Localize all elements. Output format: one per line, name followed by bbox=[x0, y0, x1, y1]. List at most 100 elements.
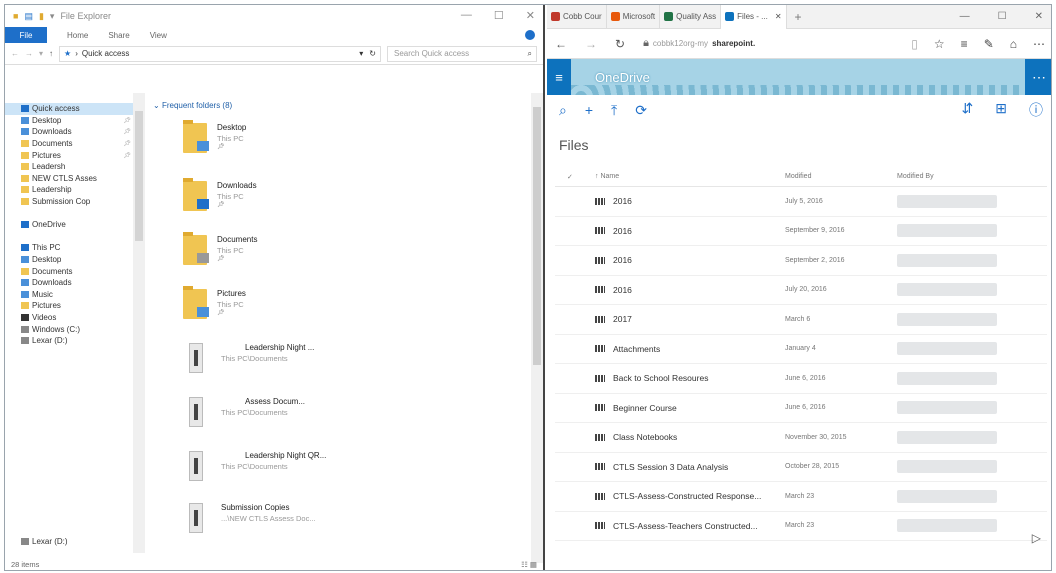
search-icon[interactable]: ⌕ bbox=[559, 102, 567, 119]
new-tab-icon[interactable]: + bbox=[787, 10, 810, 24]
table-row[interactable]: Class Notebooks November 30, 2015 bbox=[555, 423, 1047, 453]
view-switch-icon[interactable]: ⊞ bbox=[995, 100, 1007, 120]
tab-home[interactable]: Home bbox=[67, 31, 88, 40]
nav-item[interactable]: Submission Cop bbox=[5, 196, 145, 208]
upload-icon[interactable]: ⤒ bbox=[611, 102, 617, 119]
nav-item[interactable]: Music bbox=[5, 289, 145, 301]
nav-item[interactable]: Documents bbox=[5, 265, 145, 277]
app-launcher-icon[interactable]: ≡ bbox=[547, 59, 571, 95]
nav-item[interactable]: Downloads 📌︎ bbox=[5, 126, 145, 138]
nav-item[interactable]: Pictures 📌︎ bbox=[5, 149, 145, 161]
back-arrow-icon[interactable]: ← bbox=[11, 49, 19, 58]
file-name-cell[interactable]: CTLS-Assess-Teachers Constructed... bbox=[595, 521, 785, 531]
file-name-cell[interactable]: Attachments bbox=[595, 344, 785, 354]
nav-item[interactable]: OneDrive bbox=[5, 219, 145, 231]
qat-dropdown-icon[interactable]: ▾ bbox=[50, 11, 55, 22]
browser-tab[interactable]: Files - ... ✕ bbox=[721, 5, 787, 29]
nav-item[interactable]: Quick access bbox=[5, 103, 145, 115]
folder-tile[interactable]: Desktop This PC 📌︎ bbox=[183, 120, 246, 153]
nav-item[interactable]: Lexar (D:) bbox=[5, 335, 145, 347]
nav-item[interactable]: Desktop bbox=[5, 254, 145, 266]
close-tab-icon[interactable]: ✕ bbox=[775, 12, 782, 21]
folder-tile[interactable]: Documents This PC 📌︎ bbox=[183, 232, 257, 265]
folder-tile[interactable]: Downloads This PC 📌︎ bbox=[183, 178, 257, 211]
browser-tab[interactable]: Microsoft bbox=[607, 5, 661, 29]
minimize-button[interactable]: — bbox=[960, 11, 970, 22]
folder-tile[interactable]: Leadership Night QR... This PC\Documents bbox=[183, 451, 326, 481]
url-bar[interactable]: 🔒︎ cobbk12org-my sharepoint. bbox=[643, 37, 755, 50]
hub-icon[interactable]: ≡ bbox=[961, 37, 968, 51]
close-button[interactable]: ✕ bbox=[526, 9, 535, 22]
properties-icon[interactable]: ▤ bbox=[24, 11, 33, 22]
favorite-star-icon[interactable]: ☆ bbox=[934, 37, 945, 51]
file-name-cell[interactable]: Class Notebooks bbox=[595, 432, 785, 442]
file-name-cell[interactable]: 2016 bbox=[595, 255, 785, 265]
file-name-cell[interactable]: 2016 bbox=[595, 226, 785, 236]
content-scrollbar[interactable] bbox=[531, 93, 543, 563]
sort-icon[interactable]: ⇵ bbox=[962, 100, 974, 120]
folder-tile[interactable]: Leadership Night ... This PC\Documents bbox=[183, 343, 314, 373]
file-name-cell[interactable]: Beginner Course bbox=[595, 403, 785, 413]
column-name[interactable]: ↑ Name bbox=[595, 173, 785, 180]
table-row[interactable]: CTLS-Assess-Teachers Constructed... March… bbox=[555, 512, 1047, 541]
nav-item[interactable]: Documents 📌︎ bbox=[5, 138, 145, 150]
share-icon[interactable]: ⌂ bbox=[1010, 37, 1017, 51]
more-icon[interactable]: ⋯ bbox=[1033, 37, 1045, 51]
file-name-cell[interactable]: CTLS-Assess-Constructed Response... bbox=[595, 491, 785, 501]
browser-tab[interactable]: Cobb Cour bbox=[547, 5, 607, 29]
nav-item[interactable]: Lexar (D:) bbox=[5, 536, 133, 548]
new-icon[interactable]: + bbox=[585, 102, 593, 118]
web-note-icon[interactable]: ✎ bbox=[984, 37, 994, 51]
search-input[interactable]: Search Quick access ⌕ bbox=[387, 45, 537, 62]
back-arrow-icon[interactable]: ← bbox=[555, 37, 567, 51]
nav-item[interactable]: Pictures bbox=[5, 300, 145, 312]
table-row[interactable]: 2016 September 2, 2016 bbox=[555, 246, 1047, 276]
file-name-cell[interactable]: Back to School Resoures bbox=[595, 373, 785, 383]
tab-view[interactable]: View bbox=[150, 31, 167, 40]
view-toggle-icons[interactable]: ☷ ▦ bbox=[521, 560, 543, 569]
nav-item[interactable]: Leadership bbox=[5, 184, 145, 196]
nav-item[interactable]: Windows (C:) bbox=[5, 323, 145, 335]
pin-icon[interactable]: 📌︎ bbox=[217, 201, 257, 208]
tab-share[interactable]: Share bbox=[108, 31, 129, 40]
table-row[interactable]: 2016 July 20, 2016 bbox=[555, 276, 1047, 305]
table-row[interactable]: 2017 March 6 bbox=[555, 305, 1047, 335]
maximize-button[interactable]: ☐ bbox=[998, 11, 1007, 22]
column-modified-by[interactable]: Modified By bbox=[897, 173, 1047, 180]
pin-icon[interactable]: 📌︎ bbox=[217, 255, 257, 262]
up-arrow-icon[interactable]: ↑ bbox=[49, 49, 53, 58]
nav-scrollbar[interactable] bbox=[133, 93, 145, 553]
info-icon[interactable]: ⓘ bbox=[1029, 100, 1043, 120]
file-name-cell[interactable]: CTLS Session 3 Data Analysis bbox=[595, 462, 785, 472]
forward-arrow-icon[interactable]: → bbox=[585, 37, 597, 51]
nav-item[interactable]: Desktop 📌︎ bbox=[5, 115, 145, 127]
table-row[interactable]: 2016 July 5, 2016 bbox=[555, 187, 1047, 217]
file-name-cell[interactable]: 2016 bbox=[595, 285, 785, 295]
nav-item[interactable]: Downloads bbox=[5, 277, 145, 289]
breadcrumb-quick-access[interactable]: Quick access bbox=[82, 49, 130, 58]
frequent-folders-group[interactable]: ⌄ Frequent folders (8) bbox=[145, 93, 533, 113]
pin-icon[interactable]: 📌︎ bbox=[217, 143, 246, 150]
nav-item[interactable]: This PC bbox=[5, 242, 145, 254]
table-row[interactable]: CTLS Session 3 Data Analysis October 28, … bbox=[555, 453, 1047, 482]
table-row[interactable]: Back to School Resoures June 6, 2016 bbox=[555, 364, 1047, 394]
nav-scroll-thumb[interactable] bbox=[135, 111, 143, 241]
browser-tab[interactable]: Quality Ass bbox=[660, 5, 722, 29]
table-row[interactable]: Attachments January 4 bbox=[555, 335, 1047, 364]
refresh-icon[interactable]: ↻ bbox=[615, 37, 625, 51]
nav-item[interactable]: Videos bbox=[5, 312, 145, 324]
folder-tile[interactable]: Pictures This PC 📌︎ bbox=[183, 286, 246, 319]
address-bar[interactable]: ★ › Quick access ▾ ↻ bbox=[59, 45, 381, 62]
content-scroll-thumb[interactable] bbox=[533, 107, 541, 365]
table-row[interactable]: CTLS-Assess-Constructed Response... March… bbox=[555, 482, 1047, 512]
file-name-cell[interactable]: 2017 bbox=[595, 314, 785, 324]
header-more-icon[interactable]: ⋯ bbox=[1025, 59, 1051, 95]
tab-file[interactable]: File bbox=[5, 27, 47, 43]
pin-icon[interactable]: 📌︎ bbox=[217, 309, 246, 316]
sync-icon[interactable]: ⟳ bbox=[635, 102, 647, 119]
recent-dropdown-icon[interactable]: ▾ bbox=[39, 49, 43, 58]
file-name-cell[interactable]: 2016 bbox=[595, 196, 785, 206]
folder-tile[interactable]: Submission Copies ...\NEW CTLS Assess Doc… bbox=[183, 503, 316, 533]
folder-tile[interactable]: Assess Docum... This PC\Documents bbox=[183, 397, 305, 427]
nav-item[interactable]: Leadersh bbox=[5, 161, 145, 173]
